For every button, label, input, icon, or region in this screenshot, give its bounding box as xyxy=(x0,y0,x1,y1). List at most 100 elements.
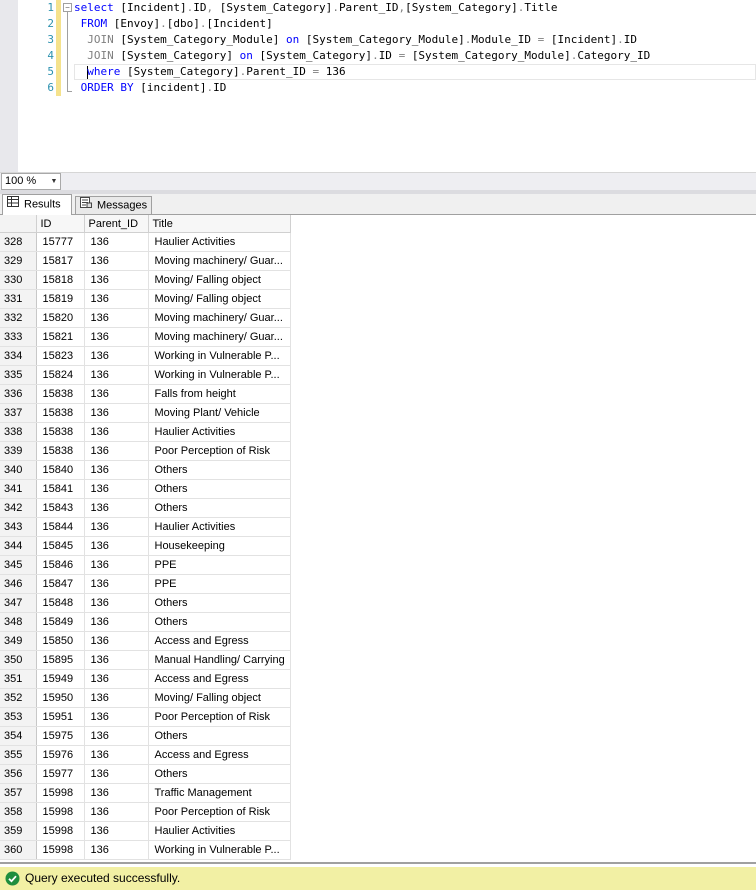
table-row[interactable]: 336 15838 136 Falls from height xyxy=(0,384,291,404)
row-number-cell[interactable]: 359 xyxy=(0,821,37,841)
code-line[interactable]: where [System_Category].Parent_ID = 136 xyxy=(74,64,756,80)
grid-cell[interactable]: Moving/ Falling object xyxy=(148,270,291,290)
grid-cell[interactable]: 136 xyxy=(84,232,149,252)
row-number-cell[interactable]: 358 xyxy=(0,802,37,822)
grid-cell[interactable]: 15844 xyxy=(36,517,85,537)
grid-cell[interactable]: Others xyxy=(148,460,291,480)
row-number-cell[interactable]: 336 xyxy=(0,384,37,404)
row-number-cell[interactable]: 345 xyxy=(0,555,37,575)
row-number-cell[interactable]: 332 xyxy=(0,308,37,328)
row-number-cell[interactable]: 360 xyxy=(0,840,37,860)
grid-cell[interactable]: Falls from height xyxy=(148,384,291,404)
grid-cell[interactable]: Others xyxy=(148,612,291,632)
table-row[interactable]: 335 15824 136 Working in Vulnerable P... xyxy=(0,365,291,385)
grid-cell[interactable]: 15950 xyxy=(36,688,85,708)
row-number-cell[interactable]: 330 xyxy=(0,270,37,290)
grid-cell[interactable]: 136 xyxy=(84,707,149,727)
table-row[interactable]: 356 15977 136 Others xyxy=(0,764,291,784)
row-number-cell[interactable]: 328 xyxy=(0,232,37,252)
code-line[interactable]: ORDER BY [incident].ID xyxy=(74,80,756,96)
table-row[interactable]: 350 15895 136 Manual Handling/ Carrying xyxy=(0,650,291,670)
table-row[interactable]: 333 15821 136 Moving machinery/ Guar... xyxy=(0,327,291,347)
grid-cell[interactable]: 136 xyxy=(84,460,149,480)
table-row[interactable]: 351 15949 136 Access and Egress xyxy=(0,669,291,689)
grid-cell[interactable]: 15838 xyxy=(36,441,85,461)
table-row[interactable]: 348 15849 136 Others xyxy=(0,612,291,632)
grid-cell[interactable]: Others xyxy=(148,479,291,499)
grid-cell[interactable]: 15819 xyxy=(36,289,85,309)
grid-cell[interactable]: Moving machinery/ Guar... xyxy=(148,308,291,328)
grid-cell[interactable]: 15998 xyxy=(36,821,85,841)
row-number-cell[interactable]: 335 xyxy=(0,365,37,385)
table-row[interactable]: 347 15848 136 Others xyxy=(0,593,291,613)
row-number-cell[interactable]: 342 xyxy=(0,498,37,518)
chevron-down-icon[interactable]: ▼ xyxy=(48,174,60,189)
grid-cell[interactable]: 15850 xyxy=(36,631,85,651)
table-row[interactable]: 344 15845 136 Housekeeping xyxy=(0,536,291,556)
grid-cell[interactable]: 15818 xyxy=(36,270,85,290)
row-number-cell[interactable]: 350 xyxy=(0,650,37,670)
code-line[interactable]: JOIN [System_Category_Module] on [System… xyxy=(74,32,756,48)
grid-cell[interactable]: Working in Vulnerable P... xyxy=(148,346,291,366)
grid-cell[interactable]: Working in Vulnerable P... xyxy=(148,365,291,385)
grid-cell[interactable]: Moving machinery/ Guar... xyxy=(148,327,291,347)
grid-cell[interactable]: 136 xyxy=(84,441,149,461)
grid-cell[interactable]: Access and Egress xyxy=(148,669,291,689)
grid-cell[interactable]: Others xyxy=(148,764,291,784)
row-number-cell[interactable]: 341 xyxy=(0,479,37,499)
grid-cell[interactable]: Others xyxy=(148,498,291,518)
grid-cell[interactable]: 136 xyxy=(84,764,149,784)
grid-cell[interactable]: Housekeeping xyxy=(148,536,291,556)
table-row[interactable]: 332 15820 136 Moving machinery/ Guar... xyxy=(0,308,291,328)
table-row[interactable]: 349 15850 136 Access and Egress xyxy=(0,631,291,651)
code-area[interactable]: select [Incident].ID, [System_Category].… xyxy=(74,0,756,96)
grid-cell[interactable]: 136 xyxy=(84,802,149,822)
grid-cell[interactable]: 136 xyxy=(84,270,149,290)
grid-cell[interactable]: Moving Plant/ Vehicle xyxy=(148,403,291,423)
grid-cell[interactable]: 136 xyxy=(84,536,149,556)
grid-cell[interactable]: Traffic Management xyxy=(148,783,291,803)
grid-cell[interactable]: 136 xyxy=(84,479,149,499)
grid-cell[interactable]: 15949 xyxy=(36,669,85,689)
grid-cell[interactable]: 136 xyxy=(84,688,149,708)
grid-cell[interactable]: Haulier Activities xyxy=(148,422,291,442)
grid-cell[interactable]: PPE xyxy=(148,574,291,594)
grid-cell[interactable]: 15976 xyxy=(36,745,85,765)
column-header[interactable]: Title xyxy=(148,215,291,233)
table-row[interactable]: 353 15951 136 Poor Perception of Risk xyxy=(0,707,291,727)
table-row[interactable]: 346 15847 136 PPE xyxy=(0,574,291,594)
grid-cell[interactable]: 15951 xyxy=(36,707,85,727)
code-line[interactable]: FROM [Envoy].[dbo].[Incident] xyxy=(74,16,756,32)
grid-cell[interactable]: 15998 xyxy=(36,840,85,860)
grid-cell[interactable]: 15821 xyxy=(36,327,85,347)
grid-cell[interactable]: 15777 xyxy=(36,232,85,252)
grid-cell[interactable]: 15843 xyxy=(36,498,85,518)
table-row[interactable]: 355 15976 136 Access and Egress xyxy=(0,745,291,765)
table-row[interactable]: 352 15950 136 Moving/ Falling object xyxy=(0,688,291,708)
row-number-cell[interactable]: 349 xyxy=(0,631,37,651)
row-number-cell[interactable]: 338 xyxy=(0,422,37,442)
grid-cell[interactable]: Haulier Activities xyxy=(148,517,291,537)
table-row[interactable]: 340 15840 136 Others xyxy=(0,460,291,480)
grid-cell[interactable]: Access and Egress xyxy=(148,631,291,651)
grid-cell[interactable]: 15895 xyxy=(36,650,85,670)
grid-cell[interactable]: 15975 xyxy=(36,726,85,746)
grid-cell[interactable]: 15845 xyxy=(36,536,85,556)
query-editor[interactable]: 123456 − select [Incident].ID, [System_C… xyxy=(0,0,756,172)
table-row[interactable]: 328 15777 136 Haulier Activities xyxy=(0,232,291,252)
grid-cell[interactable]: 136 xyxy=(84,308,149,328)
grid-cell[interactable]: 136 xyxy=(84,783,149,803)
row-number-cell[interactable]: 348 xyxy=(0,612,37,632)
table-row[interactable]: 331 15819 136 Moving/ Falling object xyxy=(0,289,291,309)
table-row[interactable]: 345 15846 136 PPE xyxy=(0,555,291,575)
results-grid[interactable]: ID Parent_ID Title 328 15777 136 Haulier Acti… xyxy=(0,215,756,862)
grid-cell[interactable]: 15817 xyxy=(36,251,85,271)
grid-cell[interactable]: Haulier Activities xyxy=(148,821,291,841)
row-number-header[interactable] xyxy=(0,215,37,233)
grid-cell[interactable]: 15848 xyxy=(36,593,85,613)
grid-cell[interactable]: 136 xyxy=(84,498,149,518)
row-number-cell[interactable]: 339 xyxy=(0,441,37,461)
grid-cell[interactable]: 15841 xyxy=(36,479,85,499)
table-row[interactable]: 357 15998 136 Traffic Management xyxy=(0,783,291,803)
row-number-cell[interactable]: 343 xyxy=(0,517,37,537)
